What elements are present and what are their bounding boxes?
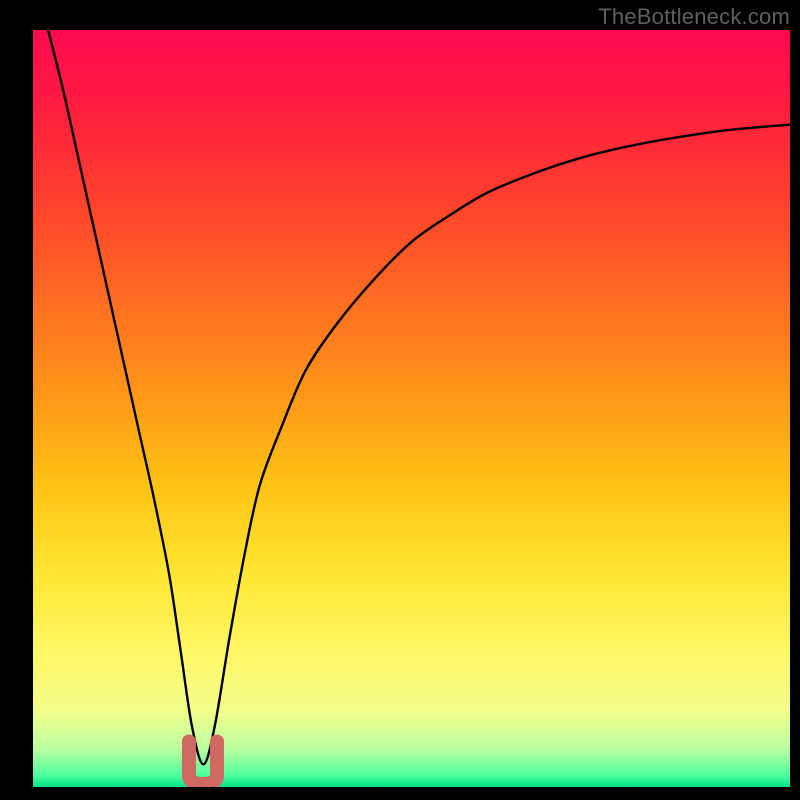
bottleneck-chart (0, 0, 800, 800)
watermark-text: TheBottleneck.com (598, 4, 790, 30)
frame-right (790, 0, 800, 800)
gradient-background (33, 30, 790, 787)
frame-bottom (0, 787, 800, 800)
chart-container: TheBottleneck.com (0, 0, 800, 800)
minimum-endpoint (210, 735, 224, 749)
minimum-endpoint (182, 735, 196, 749)
frame-left (0, 0, 33, 800)
